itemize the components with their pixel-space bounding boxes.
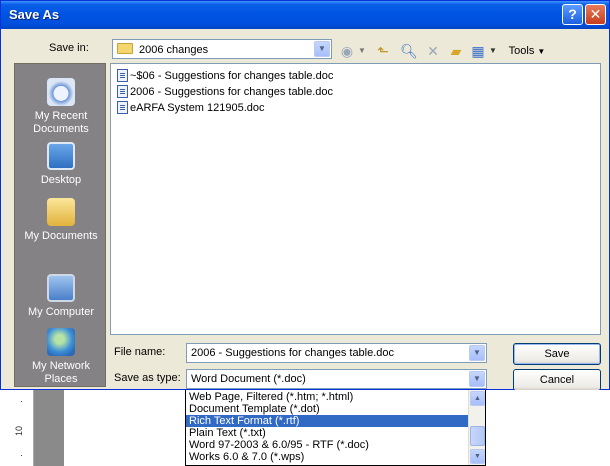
views-dropdown-icon[interactable]: ▼ (488, 41, 498, 61)
place-label: My Network Places (31, 360, 91, 385)
back-icon[interactable]: ◉ (337, 41, 357, 61)
place-my-documents[interactable]: My Documents (15, 198, 107, 243)
file-name-input[interactable]: 2006 - Suggestions for changes table.doc… (186, 343, 487, 363)
back-dropdown-icon[interactable]: ▼ (357, 41, 367, 61)
save-as-dialog: Save As ? ✕ Save in: 2006 changes ▼ ◉ ▼ … (0, 0, 610, 391)
ruler-mark: 10 (14, 425, 25, 437)
folder-icon (117, 43, 133, 54)
file-name: 2006 - Suggestions for changes table.doc (130, 86, 334, 98)
save-in-dropdown[interactable]: 2006 changes ▼ (112, 39, 332, 59)
list-item[interactable]: eARFA System 121905.doc (117, 100, 265, 116)
place-label: My Recent Documents (33, 110, 89, 135)
document-icon (117, 69, 128, 82)
word-document-icon (117, 101, 128, 114)
save-in-label: Save in: (49, 42, 89, 54)
delete-icon[interactable]: ✕ (423, 41, 443, 61)
place-label: My Computer (27, 306, 95, 318)
chevron-down-icon[interactable]: ▼ (314, 41, 330, 57)
up-folder-icon[interactable]: ⬑ (373, 41, 393, 61)
scroll-down-icon[interactable]: ▼ (470, 449, 485, 464)
document-margin (34, 390, 64, 466)
file-name-value: 2006 - Suggestions for changes table.doc (191, 347, 395, 359)
desktop-icon (47, 142, 75, 170)
dropdown-option[interactable]: Works 6.0 & 7.0 (*.wps) (186, 451, 468, 463)
chevron-down-icon[interactable]: ▼ (469, 371, 485, 387)
chevron-down-icon[interactable]: ▼ (469, 345, 485, 361)
place-network-places[interactable]: My Network Places (15, 328, 107, 386)
dropdown-option[interactable]: Word 97-2003 & 6.0/95 - RTF (*.doc) (186, 439, 468, 451)
save-as-type-dropdown[interactable]: Word Document (*.doc) ▼ (186, 369, 487, 389)
dropdown-option-selected[interactable]: Rich Text Format (*.rtf) (186, 415, 468, 427)
tools-menu[interactable]: Tools ▼ (501, 41, 553, 61)
scroll-up-icon[interactable]: ▲ (470, 391, 485, 406)
place-my-computer[interactable]: My Computer (15, 274, 107, 319)
word-document-icon (117, 85, 128, 98)
views-icon[interactable]: ▦ (468, 41, 488, 61)
dropdown-scrollbar[interactable]: ▲ ▼ (468, 390, 485, 465)
place-label: Desktop (40, 174, 82, 186)
list-item[interactable]: ~$06 - Suggestions for changes table.doc (117, 68, 333, 84)
places-bar: My Recent Documents Desktop My Documents… (14, 63, 106, 387)
file-list[interactable]: ~$06 - Suggestions for changes table.doc… (110, 63, 601, 335)
close-button[interactable]: ✕ (585, 4, 606, 25)
window-title: Save As (9, 7, 60, 22)
document-background: · 10 · Web Page, Filtered (*.htm; *.html… (0, 390, 610, 466)
cancel-button[interactable]: Cancel (513, 369, 601, 391)
save-as-type-options[interactable]: Web Page, Filtered (*.htm; *.html) Docum… (185, 390, 486, 466)
title-bar[interactable]: Save As ? ✕ (1, 1, 609, 29)
network-places-icon (47, 328, 75, 356)
tools-label: Tools (508, 45, 535, 57)
scroll-thumb[interactable] (470, 426, 485, 446)
new-folder-icon[interactable]: ▰ (446, 41, 466, 61)
my-computer-icon (47, 274, 75, 302)
dropdown-option[interactable]: Document Template (*.dot) (186, 403, 468, 415)
save-in-value: 2006 changes (139, 44, 209, 56)
dropdown-option[interactable]: Plain Text (*.txt) (186, 427, 468, 439)
file-name: eARFA System 121905.doc (130, 102, 265, 114)
place-recent-documents[interactable]: My Recent Documents (15, 78, 107, 136)
file-name: ~$06 - Suggestions for changes table.doc (130, 70, 334, 82)
dropdown-option[interactable]: Web Page, Filtered (*.htm; *.html) (186, 391, 468, 403)
save-as-type-label: Save as type: (114, 372, 181, 384)
recent-documents-icon (47, 78, 75, 106)
vertical-ruler: · 10 · (12, 390, 34, 466)
place-desktop[interactable]: Desktop (15, 142, 107, 187)
file-name-label: File name: (114, 346, 166, 358)
save-as-type-value: Word Document (*.doc) (191, 373, 306, 385)
my-documents-icon (47, 198, 75, 226)
list-item[interactable]: 2006 - Suggestions for changes table.doc (117, 84, 333, 100)
help-button[interactable]: ? (562, 4, 583, 25)
search-web-icon[interactable]: 🔍︎ (399, 41, 419, 61)
save-button[interactable]: Save (513, 343, 601, 365)
place-label: My Documents (24, 230, 98, 242)
